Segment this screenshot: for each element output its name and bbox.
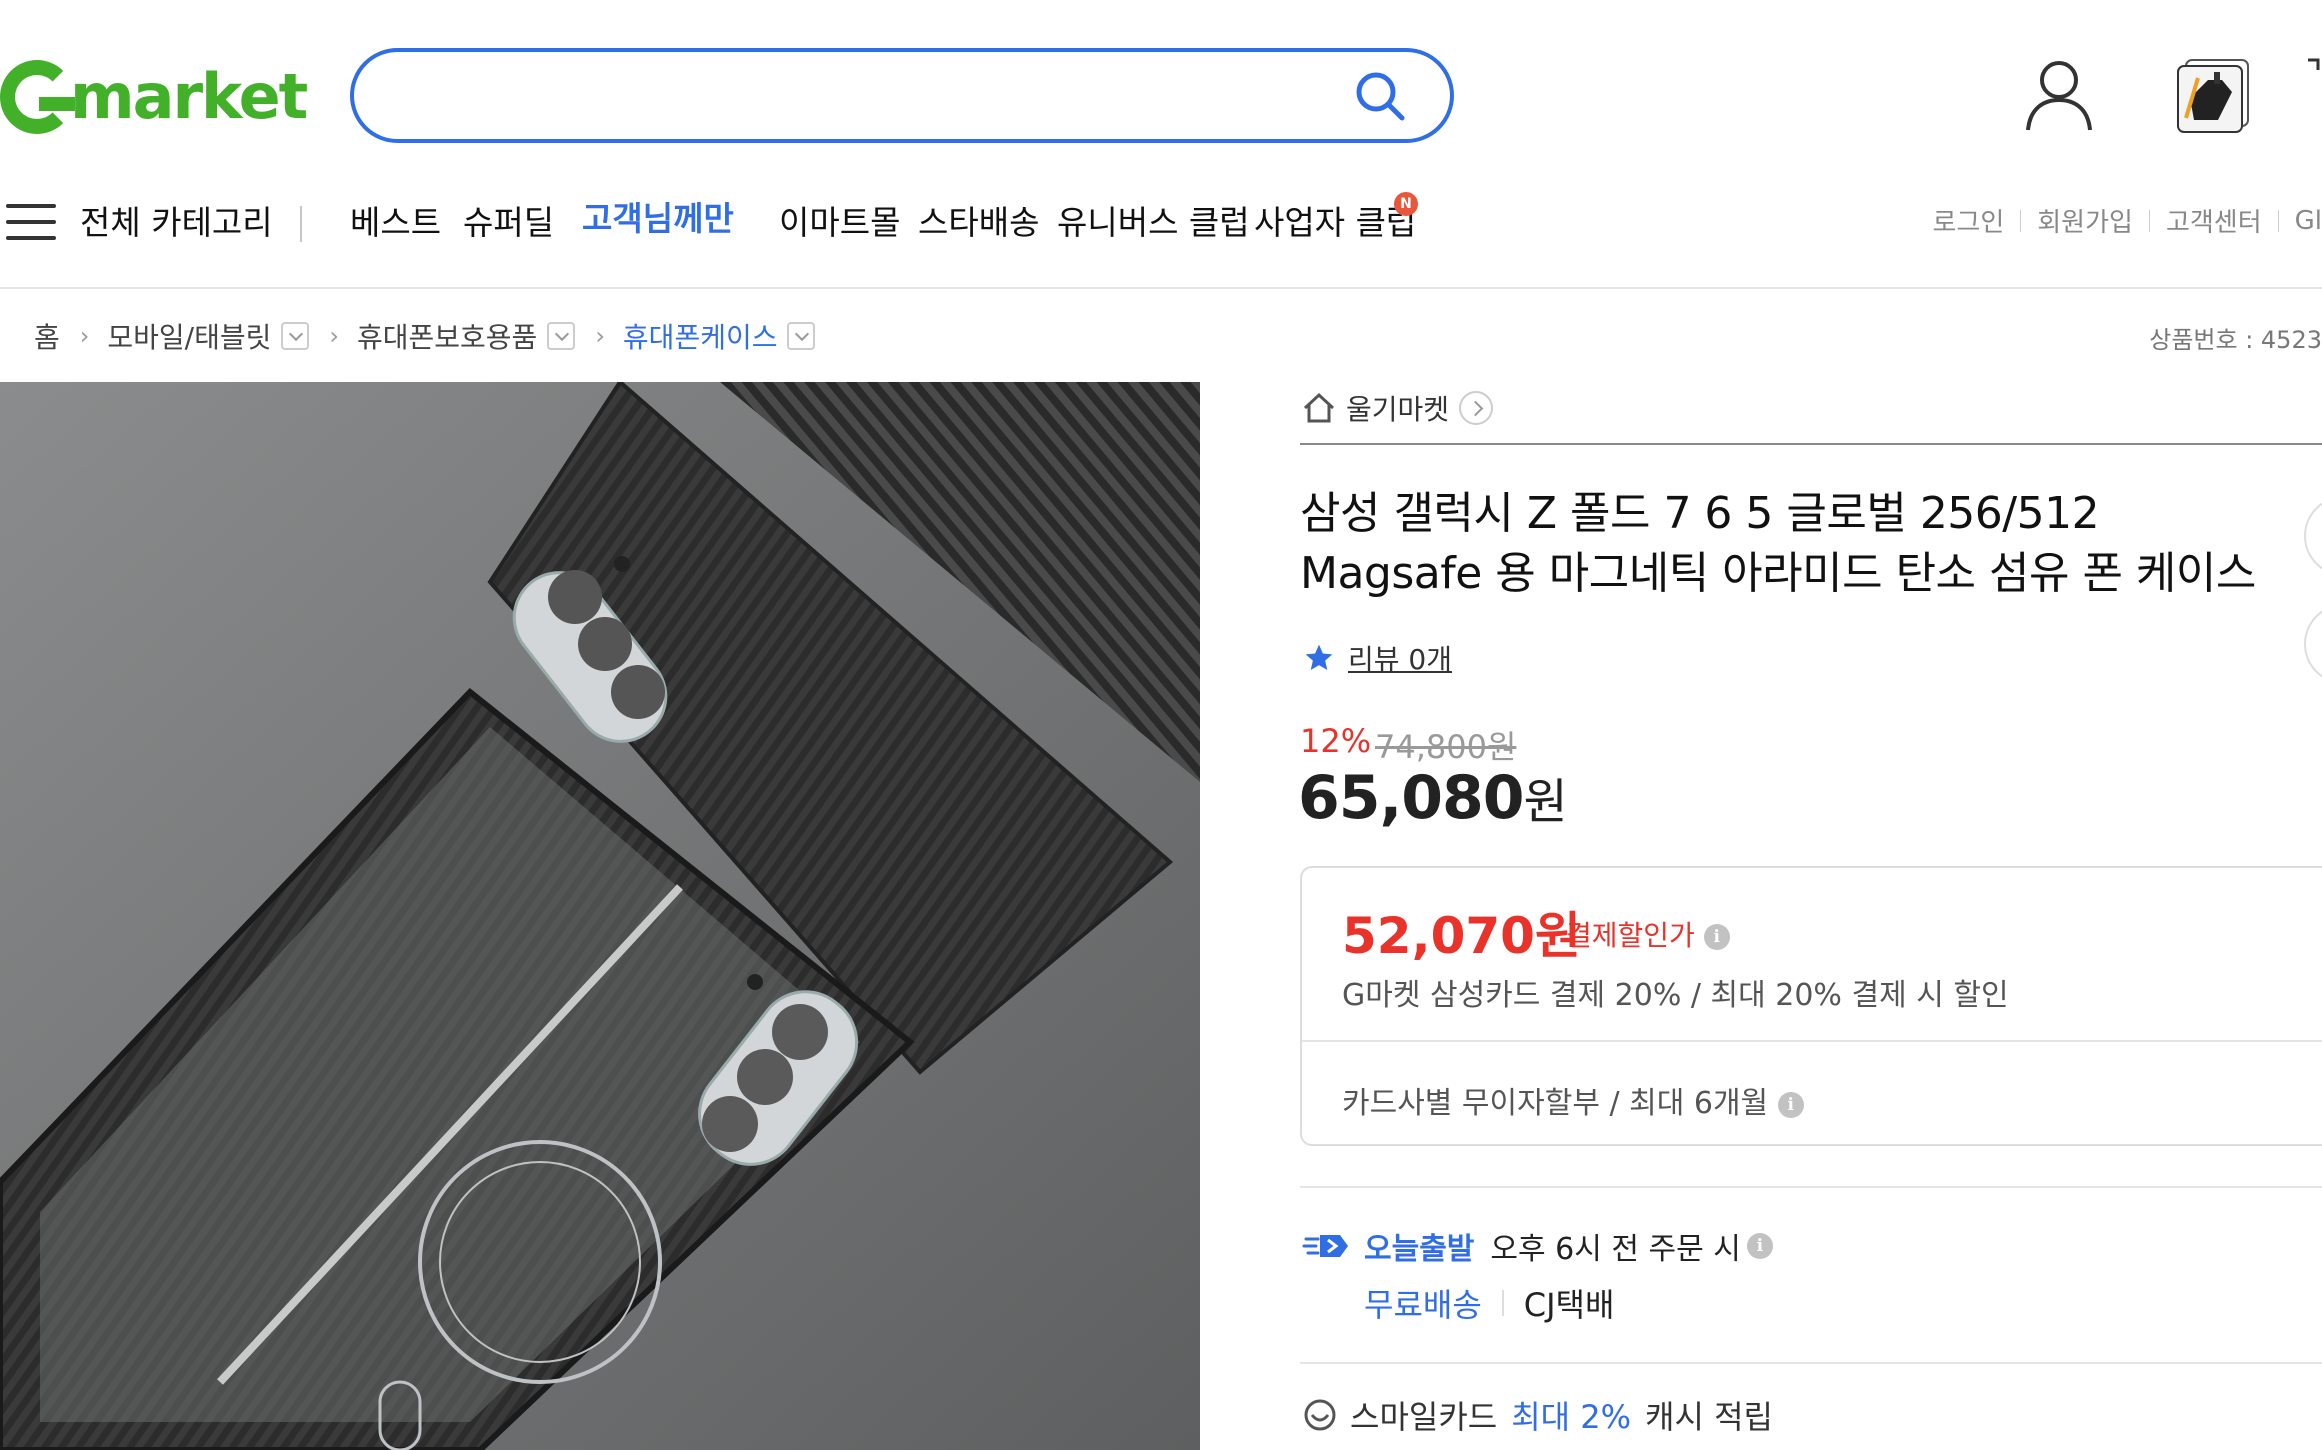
- nav-all-categories[interactable]: 전체 카테고리: [80, 196, 273, 244]
- dispatch-cutoff: 오후 6시 전 주문 시: [1490, 1232, 1741, 1267]
- cart-icon-partial[interactable]: [2306, 56, 2322, 86]
- customer-center-link[interactable]: 고객센터: [2166, 202, 2262, 239]
- main-nav: 전체 카테고리 베스트 슈퍼딜 고객님께만 이마트몰 스타배송 유니버스 클럽 …: [0, 188, 2322, 254]
- nav-item-emart[interactable]: 이마트몰: [779, 196, 900, 244]
- nav-divider: [300, 206, 302, 242]
- nav-item-universe-club[interactable]: 유니버스 클럽: [1057, 196, 1250, 244]
- section-divider: [1300, 1186, 2322, 1188]
- shop-home-icon: [1303, 392, 1335, 423]
- gmarket-logo[interactable]: market: [0, 56, 308, 138]
- product-title: 삼성 갤럭시 Z 폴드 7 6 5 글로벌 256/512 Magsafe 용 …: [1300, 484, 2280, 604]
- breadcrumb-level-1[interactable]: 모바일/태블릿: [107, 316, 271, 356]
- nav-item-business-club[interactable]: 사업자 클럽: [1254, 196, 1416, 244]
- smile-card-prefix: 스마일카드: [1350, 1398, 1498, 1436]
- card-benefit-box: 52,070원 결제할인가 i G마켓 삼성카드 결제 20% / 최대 20%…: [1300, 866, 2322, 1146]
- smile-card-highlight: 최대 2%: [1511, 1398, 1632, 1436]
- installment-info: 카드사별 무이자할부 / 최대 6개월 i: [1342, 1078, 1804, 1122]
- share-button[interactable]: [2304, 496, 2322, 576]
- nav-item-star-delivery[interactable]: 스타배송: [918, 196, 1039, 244]
- search-icon[interactable]: [1354, 70, 1408, 124]
- today-dispatch-label: 오늘출발: [1364, 1232, 1475, 1267]
- search-input[interactable]: [384, 68, 1344, 124]
- card-discount-label-text: 결제할인가: [1566, 919, 1695, 952]
- discount-rate: 12%: [1300, 722, 1372, 760]
- store-name: 울기마켓: [1346, 393, 1450, 426]
- breadcrumb: 홈 › 모바일/태블릿 › 휴대폰보호용품 › 휴대폰케이스: [34, 316, 816, 356]
- signup-link[interactable]: 회원가입: [2037, 202, 2133, 239]
- shipping-separator: [1501, 1290, 1504, 1316]
- smile-card-suffix: 캐시 적립: [1645, 1398, 1773, 1436]
- carrier-name: CJ택배: [1523, 1286, 1615, 1324]
- chevron-right-icon: [1459, 391, 1494, 425]
- sale-price-number: 65,080: [1298, 763, 1525, 833]
- review-link[interactable]: 리뷰 0개: [1348, 638, 1452, 678]
- card-box-divider: [1302, 1040, 2322, 1042]
- info-icon[interactable]: i: [1777, 1091, 1804, 1118]
- user-icon[interactable]: [2024, 58, 2094, 134]
- info-icon[interactable]: i: [1703, 924, 1730, 950]
- chevron-right-icon: ›: [595, 322, 605, 350]
- logo-g-mark: [0, 60, 75, 134]
- login-link[interactable]: 로그인: [1932, 202, 2004, 239]
- recent-item-thumbnail[interactable]: [2172, 58, 2252, 134]
- shipping-info: 오늘출발 오후 6시 전 주문 시 i: [1302, 1224, 1773, 1268]
- global-link[interactable]: Gl: [2295, 206, 2322, 236]
- util-separator: [2020, 209, 2022, 232]
- chevron-right-icon: ›: [79, 322, 90, 350]
- nav-item-best[interactable]: 베스트: [350, 196, 441, 244]
- breadcrumb-level-3[interactable]: 휴대폰케이스: [623, 316, 778, 356]
- sale-price-unit: 원: [1523, 774, 1568, 830]
- breadcrumb-home[interactable]: 홈: [34, 316, 60, 356]
- header-divider: [0, 287, 2322, 289]
- logo-text: market: [70, 60, 308, 133]
- breadcrumb-level-2[interactable]: 휴대폰보호용품: [357, 316, 537, 356]
- wishlist-button[interactable]: [2304, 604, 2322, 684]
- store-divider: [1300, 443, 2322, 445]
- sale-price: 65,080원: [1298, 762, 1568, 833]
- product-title-line-2: Magsafe 용 마그네틱 아라미드 탄소 섬유 폰 케이스: [1300, 548, 2256, 599]
- installment-text: 카드사별 무이자할부 / 최대 6개월: [1342, 1086, 1769, 1121]
- chevron-down-icon[interactable]: [787, 322, 816, 350]
- product-title-line-1: 삼성 갤럭시 Z 폴드 7 6 5 글로벌 256/512: [1300, 488, 2100, 539]
- chevron-down-icon[interactable]: [547, 322, 576, 350]
- product-image[interactable]: [0, 382, 1200, 1450]
- shipping-details: 무료배송 CJ택배: [1364, 1280, 1614, 1326]
- new-badge: N: [1394, 192, 1418, 216]
- utility-links: 로그인 회원가입 고객센터 Gl: [1932, 202, 2322, 239]
- free-shipping: 무료배송: [1364, 1286, 1482, 1324]
- chevron-down-icon[interactable]: [281, 322, 310, 350]
- card-discount-label: 결제할인가 i: [1566, 914, 1730, 954]
- menu-icon[interactable]: [6, 204, 56, 240]
- nav-item-superdeal[interactable]: 슈퍼딜: [463, 196, 554, 244]
- smile-card-benefit: 스마일카드 최대 2% 캐시 적립: [1302, 1392, 1773, 1438]
- chevron-right-icon: ›: [329, 322, 339, 350]
- card-discount-price: 52,070원: [1342, 907, 1581, 965]
- delivery-truck-icon: [1302, 1235, 1348, 1257]
- star-icon: [1305, 644, 1333, 670]
- store-link[interactable]: 울기마켓: [1302, 388, 1494, 428]
- card-benefit-description: G마켓 삼성카드 결제 20% / 최대 20% 결제 시 할인: [1342, 978, 2009, 1013]
- nav-item-for-you[interactable]: 고객님께만: [582, 192, 734, 240]
- smile-card-icon: [1304, 1399, 1336, 1431]
- info-icon[interactable]: i: [1746, 1233, 1773, 1259]
- util-separator: [2148, 209, 2150, 232]
- section-divider: [1300, 1362, 2322, 1364]
- search-bar: [350, 48, 1454, 143]
- review-summary: 리뷰 0개: [1302, 638, 1452, 678]
- product-number: 상품번호 : 4523: [2149, 326, 2322, 354]
- util-separator: [2277, 209, 2279, 232]
